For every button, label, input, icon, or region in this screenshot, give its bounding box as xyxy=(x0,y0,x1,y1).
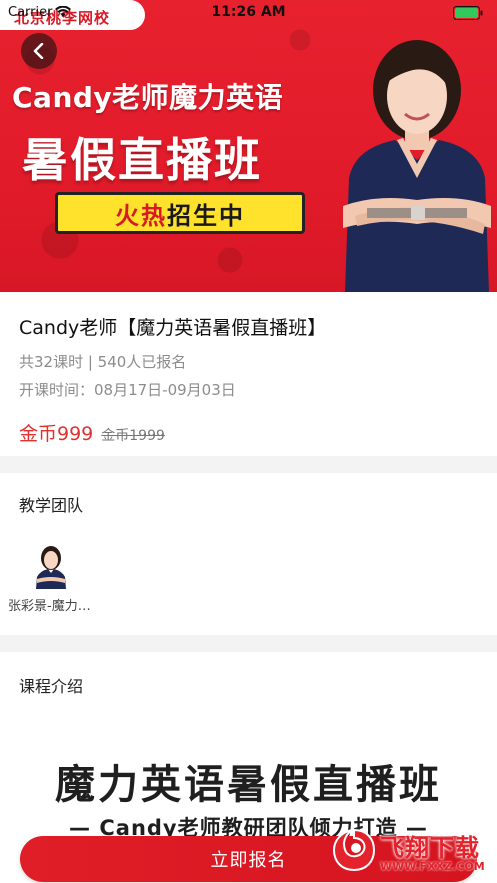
price-current: 金币999 xyxy=(19,423,94,445)
banner-tag-hot: 火热 xyxy=(115,201,167,230)
section-divider xyxy=(0,456,497,473)
intro-heading: 魔力英语暑假直播班 xyxy=(55,762,442,808)
banner-enrolling-tag: 火热 招生中 xyxy=(55,192,305,234)
course-dates: 开课时间：08月17日-09月03日 xyxy=(19,381,236,399)
site-watermark: 飞翔下载 WWW.FXXZ.COM xyxy=(332,826,492,880)
status-time: 11:26 AM xyxy=(211,4,286,20)
teacher-photo xyxy=(343,40,491,292)
teacher-avatar[interactable] xyxy=(34,545,68,589)
course-banner: 北京桃李网校 Carrier 11:26 AM Candy老师魔力英语 暑假直播… xyxy=(0,0,497,292)
watermark-url: WWW.FXXZ.COM xyxy=(380,860,485,873)
team-section-title: 教学团队 xyxy=(19,496,84,515)
enroll-now-label: 立即报名 xyxy=(210,850,287,871)
teacher-name[interactable]: 张彩景-魔力… xyxy=(8,595,100,614)
watermark-logo-icon xyxy=(332,828,376,872)
price-row: 金币999 金币1999 xyxy=(19,419,165,446)
price-original: 金币1999 xyxy=(101,428,165,444)
section-divider xyxy=(0,635,497,652)
watermark-text: 飞翔下载 xyxy=(380,834,480,862)
banner-title: Candy老师魔力英语 xyxy=(12,81,284,114)
status-bar: Carrier 11:26 AM xyxy=(0,0,497,26)
back-button[interactable] xyxy=(21,33,57,69)
battery-icon xyxy=(453,6,483,20)
chevron-left-icon xyxy=(33,43,44,59)
intro-section-title: 课程介绍 xyxy=(19,677,84,696)
banner-tag-rest: 招生中 xyxy=(167,201,245,230)
course-meta: 共32课时 | 540人已报名 xyxy=(19,353,187,371)
banner-subtitle: 暑假直播班 xyxy=(22,133,262,187)
course-title: Candy老师【魔力英语暑假直播班】 xyxy=(19,317,327,339)
